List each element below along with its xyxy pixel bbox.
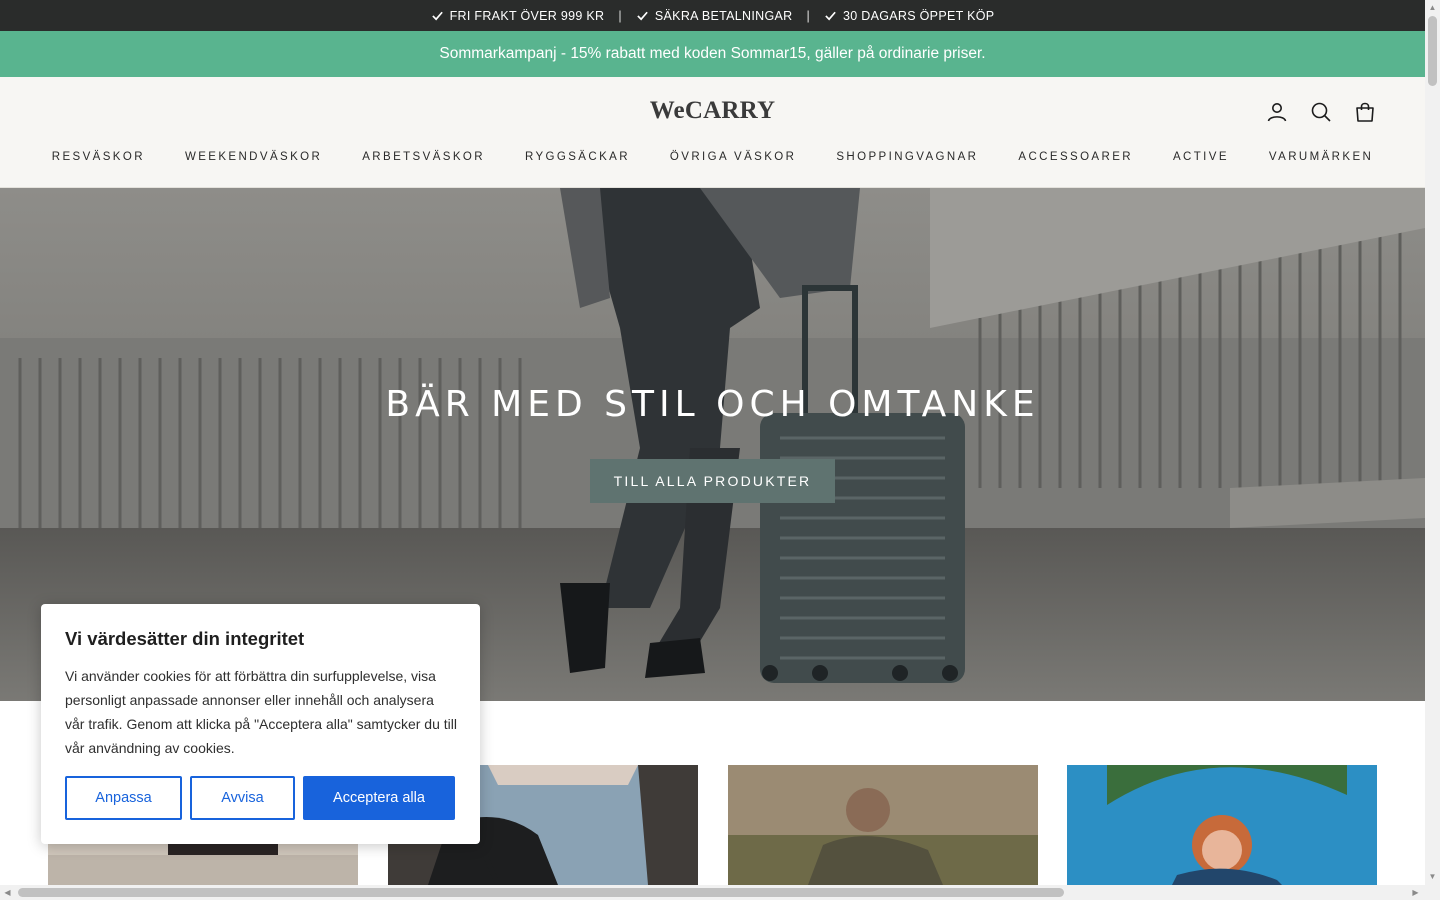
reject-button[interactable]: Avvisa — [190, 776, 295, 820]
cookie-body: Vi använder cookies för att förbättra di… — [65, 668, 457, 756]
promo-bar: Sommarkampanj - 15% rabatt med koden Som… — [0, 31, 1425, 77]
scroll-right-icon[interactable]: ▶ — [1411, 888, 1420, 897]
category-image — [1067, 765, 1377, 885]
usp-label: SÄKRA BETALNINGAR — [654, 8, 793, 23]
check-icon — [637, 11, 648, 21]
usp-label: 30 DAGARS ÖPPET KÖP — [843, 8, 995, 23]
usp-separator: | — [806, 8, 811, 23]
nav-item-accessoarer[interactable]: ACCESSOARER — [998, 151, 1153, 163]
cookie-consent-dialog: Vi värdesätter din integritet Vi använde… — [41, 604, 480, 844]
vertical-scrollbar-thumb[interactable] — [1428, 16, 1437, 86]
scroll-down-icon[interactable]: ▼ — [1428, 872, 1437, 881]
check-icon — [825, 11, 836, 21]
cookie-title: Vi värdesätter din integritet — [65, 628, 305, 649]
logo[interactable]: WeCARRY — [0, 97, 1425, 125]
site-header: WeCARRY RESVÄSKOR WEEKENDVÄSKOR ARBETSVÄ… — [0, 77, 1425, 188]
nav-item-varumarken[interactable]: VARUMÄRKEN — [1249, 151, 1393, 163]
nav-item-resvaskor[interactable]: RESVÄSKOR — [32, 151, 165, 163]
promo-text: Sommarkampanj - 15% rabatt med koden Som… — [439, 45, 986, 62]
bag-icon[interactable] — [1353, 100, 1377, 124]
account-icon[interactable] — [1265, 100, 1289, 124]
category-card[interactable] — [1067, 765, 1377, 885]
category-card[interactable] — [728, 765, 1038, 885]
header-icons — [1265, 100, 1377, 124]
usp-secure-payments: SÄKRA BETALNINGAR — [636, 9, 793, 23]
scroll-up-icon[interactable]: ▲ — [1428, 3, 1437, 12]
usp-open-purchase: 30 DAGARS ÖPPET KÖP — [824, 9, 994, 23]
hero-title: BÄR MED STIL OCH OMTANKE — [385, 384, 1040, 425]
nav-item-ryggsackar[interactable]: RYGGSÄCKAR — [505, 151, 650, 163]
nav-item-ovriga-vaskor[interactable]: ÖVRIGA VÄSKOR — [650, 151, 816, 163]
usp-label: FRI FRAKT ÖVER 999 KR — [449, 8, 605, 23]
usp-separator: | — [618, 8, 622, 23]
page: FRI FRAKT ÖVER 999 KR | SÄKRA BETALNINGA… — [0, 0, 1440, 900]
customize-button[interactable]: Anpassa — [65, 776, 182, 820]
nav-item-weekendvaskor[interactable]: WEEKENDVÄSKOR — [165, 151, 342, 163]
scrollbar-corner — [1425, 887, 1440, 900]
accept-all-button[interactable]: Acceptera alla — [303, 776, 455, 820]
nav-item-active[interactable]: ACTIVE — [1153, 151, 1249, 163]
scroll-left-icon[interactable]: ◀ — [3, 888, 12, 897]
usp-free-shipping: FRI FRAKT ÖVER 999 KR — [431, 9, 605, 23]
check-icon — [431, 11, 443, 21]
search-icon[interactable] — [1309, 100, 1333, 124]
announcement-bar: FRI FRAKT ÖVER 999 KR | SÄKRA BETALNINGA… — [0, 0, 1425, 31]
category-image — [728, 765, 1038, 885]
nav-item-shoppingvagnar[interactable]: SHOPPINGVAGNAR — [816, 151, 998, 163]
main-nav: RESVÄSKOR WEEKENDVÄSKOR ARBETSVÄSKOR RYG… — [0, 151, 1425, 163]
horizontal-scrollbar[interactable]: ◀ ▶ — [0, 885, 1425, 900]
horizontal-scrollbar-thumb[interactable] — [18, 888, 1064, 897]
all-products-button[interactable]: TILL ALLA PRODUKTER — [590, 459, 835, 503]
nav-item-arbetsvaskor[interactable]: ARBETSVÄSKOR — [342, 151, 505, 163]
vertical-scrollbar[interactable]: ▲ ▼ — [1425, 0, 1440, 887]
